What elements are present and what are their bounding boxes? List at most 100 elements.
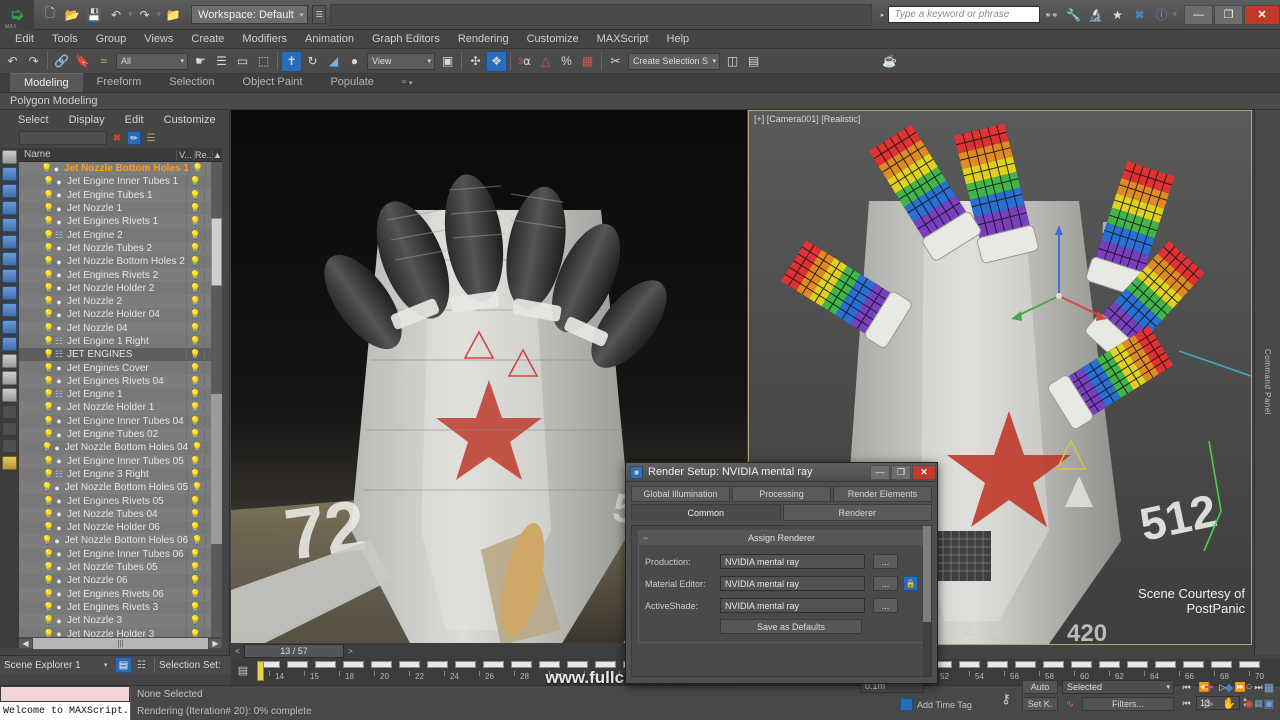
animation-key[interactable] [1071,661,1092,668]
menu-item-graph-editors[interactable]: Graph Editors [363,30,449,49]
scene-explorer-row[interactable]: 💡●Jet Engine Tubes 02💡◐ [19,428,222,441]
scene-explorer-row[interactable]: 💡●Jet Nozzle Holder 1💡◐ [19,401,222,414]
render-tab-common[interactable]: Common [631,504,781,521]
command-panel[interactable]: Command Panel [1254,110,1280,655]
visibility-toggle[interactable]: 💡 [189,163,206,174]
filter-toggle-icon[interactable]: ✏ [127,131,141,145]
visibility-toggle[interactable]: 💡 [186,456,204,467]
select-and-scale-button[interactable]: ◢ [323,51,344,72]
light-bulb-icon[interactable]: 💡 [43,615,53,626]
animation-key[interactable] [371,661,392,668]
dialog-maximize-button[interactable]: ❐ [891,465,911,480]
scene-explorer-row[interactable]: 💡☷Jet Engine 1 Right💡◐ [19,335,222,348]
invert-selection-icon[interactable] [2,252,17,266]
scene-explorer-row[interactable]: 💡●Jet Engines Rivets 1💡◐ [19,215,222,228]
mesh-object-icon[interactable]: ● [53,589,65,599]
search-input[interactable]: Type a keyword or phrase [888,6,1040,23]
scene-explorer-row[interactable]: 💡●Jet Nozzle Tubes 04💡◐ [19,508,222,521]
mirror-button[interactable]: ◫ [722,51,743,72]
select-by-name-button[interactable]: ☰ [211,51,232,72]
menu-item-group[interactable]: Group [87,30,136,49]
visibility-toggle[interactable]: 💡 [186,416,204,427]
column-header-name[interactable]: Name [19,149,176,160]
animation-key[interactable] [987,661,1008,668]
light-bulb-icon[interactable]: 💡 [43,349,53,360]
select-children-icon[interactable] [2,167,17,181]
scene-explorer-row[interactable]: 💡●Jet Engines Rivets 2💡◐ [19,268,222,281]
visibility-toggle[interactable]: 💡 [186,309,204,320]
time-slider-thumb[interactable]: 13 / 57 [244,644,344,658]
scene-explorer-row[interactable]: 💡●Jet Nozzle 1💡◐ [19,202,222,215]
visibility-toggle[interactable]: 💡 [186,496,204,507]
visibility-toggle[interactable]: 💡 [186,296,204,307]
menu-item-maxscript[interactable]: MAXScript [588,30,658,49]
scene-explorer-row[interactable]: 💡●Jet Engines Rivets 06💡◐ [19,588,222,601]
help-dropdown-icon[interactable]: ▾ [1172,9,1177,20]
animation-key[interactable] [1239,661,1260,668]
undo-button[interactable]: ↶ [2,51,23,72]
new-scene-icon[interactable]: 🗋 [40,5,60,25]
group-icon[interactable]: ☷ [53,230,65,241]
scene-explorer-row[interactable]: 💡●Jet Nozzle Holder 06💡◐ [19,521,222,534]
redo-icon[interactable]: ↷ [135,5,155,25]
renderer-field-value[interactable]: NVIDIA mental ray [720,598,865,613]
display-options-icon[interactable] [2,320,17,334]
undo-icon[interactable]: ↶ [106,5,126,25]
light-bulb-icon[interactable]: 💡 [43,323,53,334]
clear-search-icon[interactable]: ✖ [110,131,124,145]
menu-item-views[interactable]: Views [135,30,182,49]
field-of-view-icon[interactable]: ◉ [1240,696,1258,710]
visibility-toggle[interactable]: 💡 [186,575,204,586]
mesh-object-icon[interactable]: ● [52,483,63,493]
menu-item-rendering[interactable]: Rendering [449,30,518,49]
visibility-toggle[interactable]: 💡 [186,469,204,480]
select-and-move-button[interactable]: ✝ [281,51,302,72]
select-none-icon[interactable] [2,235,17,249]
keyboard-shortcut-override-button[interactable]: ❖ [486,51,507,72]
browse-renderer-button[interactable]: ... [873,576,898,591]
scene-explorer-row[interactable]: 💡●Jet Nozzle 3💡◐ [19,614,222,627]
dialog-minimize-button[interactable]: — [870,465,890,480]
light-bulb-icon[interactable]: 💡 [43,363,53,374]
save-file-icon[interactable]: 💾 [84,5,104,25]
scene-explorer-row[interactable]: 💡●Jet Engines Rivets 04💡◐ [19,375,222,388]
visibility-toggle[interactable]: 💡 [186,270,204,281]
close-button[interactable]: ✕ [1244,5,1280,25]
light-bulb-icon[interactable]: 💡 [42,535,52,546]
star-icon[interactable]: ★ [1106,3,1128,27]
menu-item-tools[interactable]: Tools [43,30,87,49]
ribbon-tab-selection[interactable]: Selection [155,73,228,92]
visibility-toggle[interactable]: 💡 [186,589,204,600]
light-bulb-icon[interactable]: 💡 [43,176,53,187]
set-key-button[interactable]: Set K. [1022,697,1058,711]
light-bulb-icon[interactable]: 💡 [42,442,52,453]
light-bulb-icon[interactable]: 💡 [43,190,53,201]
animation-key[interactable] [1043,661,1064,668]
dialog-scrollbar-thumb[interactable] [923,526,931,622]
animation-key[interactable] [483,661,504,668]
scene-explorer-row[interactable]: 💡●Jet Nozzle Bottom Holes 2💡◐ [19,255,222,268]
lock-material-editor-icon[interactable]: 🔒 [903,576,918,591]
mesh-object-icon[interactable]: ● [53,496,65,506]
key-filters-button[interactable]: Filters... [1082,697,1174,711]
mesh-object-icon[interactable]: ● [53,204,65,214]
mesh-object-icon[interactable]: ● [53,523,65,533]
visibility-toggle[interactable]: 💡 [186,522,204,533]
advanced-filter-icon[interactable] [2,422,17,436]
named-selection-set-dropdown[interactable]: Create Selection S ▾ [628,53,720,70]
expand-all-icon[interactable] [2,286,17,300]
scene-explorer-vertical-scrollbar[interactable] [211,162,222,637]
scrollbar-thumb-lower[interactable] [211,394,222,544]
scene-explorer-row[interactable]: 💡●Jet Engines Rivets 3💡◐ [19,601,222,614]
maxscript-mini-listener[interactable]: Welcome to MAXScript. [0,686,130,720]
h-scrollbar-thumb[interactable]: ||| [33,638,208,649]
mesh-object-icon[interactable]: ● [53,629,65,637]
visibility-toggle[interactable]: 💡 [186,629,204,637]
light-bulb-icon[interactable]: 💡 [43,629,53,637]
visibility-toggle[interactable]: 💡 [186,216,204,227]
zoom-icon[interactable]: ▷ [1200,696,1218,710]
light-bulb-icon[interactable]: 💡 [43,429,53,440]
selection-filter-dropdown[interactable]: All ▾ [116,53,188,70]
visibility-toggle[interactable]: 💡 [186,509,204,520]
animation-key[interactable] [595,661,616,668]
